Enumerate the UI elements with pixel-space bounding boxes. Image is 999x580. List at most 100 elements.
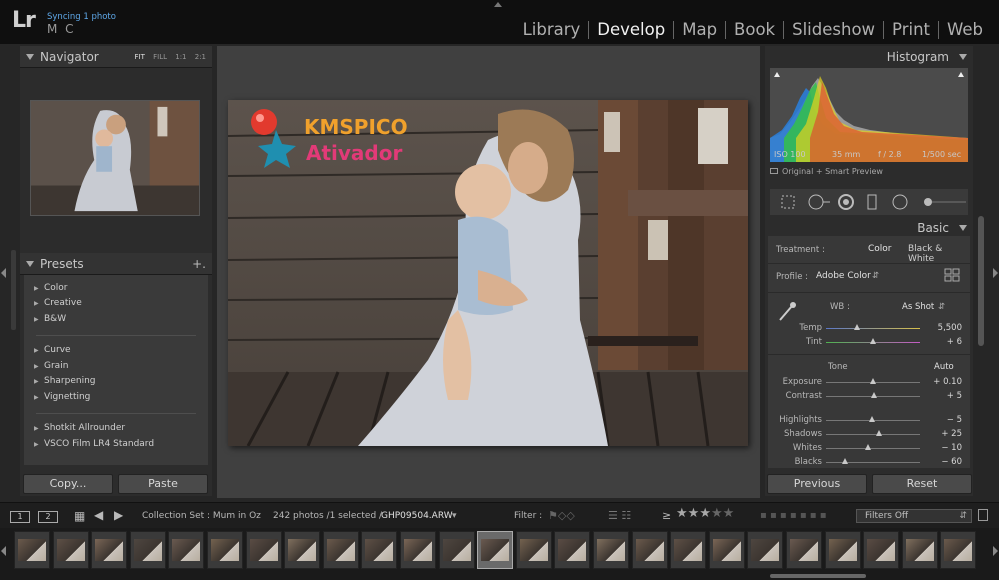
module-web[interactable]: Web [939, 20, 991, 39]
profile-dropdown-icon[interactable]: ⇵ [872, 271, 879, 281]
filmstrip-thumbnail[interactable] [14, 531, 50, 569]
filmstrip-thumbnail[interactable] [207, 531, 243, 569]
crop-tool-icon[interactable] [781, 195, 795, 209]
filmstrip-thumbnail[interactable] [863, 531, 900, 569]
filmstrip-scroll-left-icon[interactable] [1, 546, 6, 556]
add-preset-icon[interactable]: +. [192, 253, 206, 275]
auto-tone-button[interactable]: Auto [934, 362, 954, 372]
treatment-bw-option[interactable]: Black & White [908, 244, 970, 264]
filmstrip-thumbnail[interactable] [129, 531, 166, 569]
filmstrip-thumbnail[interactable] [593, 531, 629, 569]
zoom-1-1[interactable]: 1:1 [175, 53, 186, 61]
temp-value[interactable]: 5,500 [932, 323, 962, 333]
preset-folder[interactable]: Vignetting [34, 392, 90, 402]
shadows-value[interactable]: + 25 [932, 429, 962, 439]
forward-arrow-icon[interactable]: ▶ [114, 508, 123, 522]
preset-folder[interactable]: Curve [34, 345, 70, 355]
shadows-slider-thumb[interactable] [875, 430, 882, 436]
filmstrip-thumbnail[interactable] [477, 531, 514, 569]
whites-value[interactable]: − 10 [932, 443, 962, 453]
blacks-slider-thumb[interactable] [841, 458, 848, 464]
rating-filter[interactable]: ★★★★★ [676, 506, 734, 521]
module-library[interactable]: Library [515, 20, 589, 39]
filmstrip-thumbnail[interactable] [52, 531, 89, 569]
back-arrow-icon[interactable]: ◀ [94, 508, 103, 522]
filmstrip-thumbnail[interactable] [670, 531, 707, 569]
rating-star-icon[interactable]: ★ [688, 506, 700, 521]
preset-folder[interactable]: Shotkit Allrounder [34, 423, 125, 433]
shadows-slider-track[interactable] [826, 434, 920, 435]
edit-filter-icons[interactable]: ☰ ☷ [608, 509, 631, 522]
highlights-value[interactable]: − 5 [932, 415, 962, 425]
filmstrip-thumbnail[interactable] [322, 531, 359, 569]
preset-folder[interactable]: Sharpening [34, 376, 95, 386]
preset-folder[interactable]: Creative [34, 298, 82, 308]
contrast-slider-thumb[interactable] [870, 392, 877, 398]
profile-select[interactable]: Adobe Color [816, 271, 871, 281]
filmstrip-thumbnail[interactable] [824, 531, 861, 569]
tint-slider-thumb[interactable] [870, 338, 876, 344]
zoom-2-1[interactable]: 2:1 [195, 53, 206, 61]
collapse-left-panel-icon[interactable] [1, 268, 6, 278]
copy-settings-button[interactable]: Copy... [23, 474, 113, 494]
profile-browser-icon[interactable] [944, 268, 960, 282]
navigator-preview[interactable] [30, 100, 200, 216]
blacks-value[interactable]: − 60 [932, 457, 962, 467]
graduated-filter-icon[interactable] [867, 194, 877, 210]
filter-dropdown-icon[interactable]: ⇵ [959, 510, 967, 522]
secondary-window-button[interactable]: 2 [38, 511, 58, 523]
preset-folder[interactable]: Grain [34, 361, 69, 371]
adjustment-brush-icon[interactable] [924, 198, 966, 206]
collapse-top-panel-icon[interactable] [494, 2, 502, 7]
user-identity[interactable]: M C [47, 22, 76, 36]
module-book[interactable]: Book [726, 20, 783, 39]
exposure-slider-thumb[interactable] [870, 378, 876, 384]
flag-filter-icons[interactable]: ⚑◇◇ [548, 509, 575, 522]
filmstrip-thumbnail[interactable] [747, 531, 784, 569]
filmstrip-thumbnail[interactable] [245, 531, 282, 569]
whites-slider-track[interactable] [826, 448, 920, 449]
collapse-right-panel-icon[interactable] [993, 268, 998, 278]
paste-settings-button[interactable]: Paste [118, 474, 208, 494]
preset-folder[interactable]: VSCO Film LR4 Standard [34, 439, 154, 449]
preset-folder[interactable]: B&W [34, 314, 66, 324]
navigator-header[interactable]: Navigator FIT FILL 1:1 2:1 [20, 46, 212, 68]
filmstrip-scroll-right-icon[interactable] [993, 546, 998, 556]
filmstrip-thumbnail[interactable] [400, 531, 436, 569]
filmstrip-thumbnail[interactable] [708, 531, 745, 569]
previous-button[interactable]: Previous [767, 474, 867, 494]
rating-operator[interactable]: ≥ [662, 509, 671, 522]
filmstrip-scrollbar[interactable] [770, 574, 866, 578]
white-balance-picker-icon[interactable] [774, 298, 800, 324]
highlights-slider-thumb[interactable] [869, 416, 876, 422]
preset-folder[interactable]: Color [34, 283, 67, 293]
red-eye-icon[interactable] [838, 194, 854, 210]
filmstrip-thumbnail[interactable] [91, 531, 128, 569]
treatment-color-option[interactable]: Color [868, 244, 892, 254]
zoom-fill[interactable]: FILL [153, 53, 167, 61]
filter-lock-icon[interactable] [978, 509, 988, 521]
rating-star-icon[interactable]: ★ [723, 506, 735, 521]
contrast-value[interactable]: + 5 [932, 391, 962, 401]
wb-dropdown-icon[interactable]: ⇵ [938, 302, 945, 312]
selected-filename[interactable]: GHP09504.ARW [381, 511, 453, 521]
module-develop[interactable]: Develop [589, 20, 673, 39]
radial-filter-icon[interactable] [892, 194, 908, 210]
temp-slider-track[interactable] [826, 328, 920, 329]
exposure-value[interactable]: + 0.10 [932, 377, 962, 387]
right-panel-scrollbar[interactable] [978, 216, 984, 346]
spot-removal-icon[interactable] [808, 194, 830, 210]
filmstrip-thumbnail[interactable] [940, 531, 977, 569]
reset-button[interactable]: Reset [872, 474, 972, 494]
main-window-button[interactable]: 1 [10, 511, 30, 523]
filmstrip-thumbnail[interactable] [438, 531, 475, 569]
wb-select[interactable]: As Shot [902, 302, 934, 312]
sync-status[interactable]: Syncing 1 photo [47, 12, 116, 22]
module-slideshow[interactable]: Slideshow [784, 20, 883, 39]
module-map[interactable]: Map [674, 20, 725, 39]
blacks-slider-track[interactable] [826, 462, 920, 463]
filmstrip-thumbnail[interactable] [786, 531, 822, 569]
zoom-fit[interactable]: FIT [135, 53, 145, 61]
tint-value[interactable]: + 6 [932, 337, 962, 347]
module-print[interactable]: Print [884, 20, 938, 39]
